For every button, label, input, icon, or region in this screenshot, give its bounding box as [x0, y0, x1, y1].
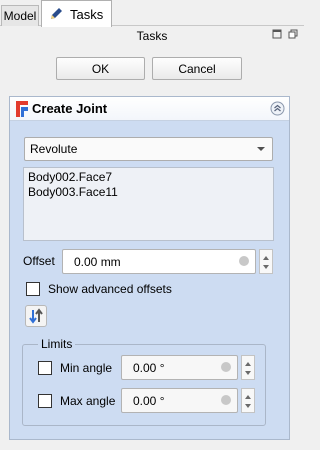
chevron-down-icon: [257, 147, 265, 151]
step-down-icon[interactable]: [263, 265, 269, 269]
reverse-direction-icon: [29, 308, 43, 324]
min-angle-checkbox[interactable]: [38, 361, 52, 375]
restore-icon[interactable]: [288, 29, 298, 39]
clear-icon[interactable]: [221, 395, 231, 405]
selected-elements-list[interactable]: Body002.Face7 Body003.Face11: [23, 167, 274, 241]
min-angle-value: 0.00 °: [133, 361, 165, 375]
joint-type-value: Revolute: [30, 142, 78, 156]
offset-stepper[interactable]: [259, 249, 273, 274]
offset-field[interactable]: 0.00 mm: [62, 249, 256, 274]
ok-button[interactable]: OK: [56, 57, 145, 80]
window-controls: [272, 29, 298, 39]
max-angle-value: 0.00 °: [133, 394, 165, 408]
step-up-icon[interactable]: [245, 395, 251, 399]
tab-model[interactable]: Model: [1, 5, 39, 26]
max-angle-stepper[interactable]: [241, 388, 255, 413]
step-down-icon[interactable]: [245, 404, 251, 408]
max-angle-label: Max angle: [60, 394, 116, 408]
tab-tasks[interactable]: Tasks: [41, 0, 112, 27]
max-angle-checkbox[interactable]: [38, 394, 52, 408]
collapse-up-icon[interactable]: [270, 101, 285, 116]
task-panel-title: Tasks: [136, 29, 168, 43]
clear-icon[interactable]: [221, 362, 231, 372]
pencil-icon: [51, 8, 62, 19]
tab-tasks-label: Tasks: [70, 6, 104, 22]
min-angle-field[interactable]: 0.00 °: [121, 355, 238, 380]
step-up-icon[interactable]: [263, 256, 269, 260]
assembly-joint-icon: [16, 101, 28, 117]
tab-model-label: Model: [3, 9, 37, 23]
max-angle-field[interactable]: 0.00 °: [121, 388, 238, 413]
float-icon[interactable]: [272, 29, 282, 39]
min-angle-label: Min angle: [60, 361, 113, 375]
ok-button-label: OK: [91, 61, 110, 76]
joint-type-select[interactable]: Revolute: [24, 137, 273, 161]
reverse-button[interactable]: [25, 305, 47, 327]
step-up-icon[interactable]: [245, 362, 251, 366]
create-joint-title: Create Joint: [32, 101, 108, 116]
offset-value: 0.00 mm: [74, 255, 121, 269]
min-angle-stepper[interactable]: [241, 355, 255, 380]
list-item[interactable]: Body003.Face11: [28, 185, 269, 200]
advanced-offsets-checkbox[interactable]: [26, 282, 40, 296]
list-item[interactable]: Body002.Face7: [28, 170, 269, 185]
advanced-offsets-label: Show advanced offsets: [48, 282, 172, 296]
clear-icon[interactable]: [239, 256, 249, 266]
offset-label: Offset: [23, 254, 55, 268]
limits-title: Limits: [38, 337, 76, 351]
step-down-icon[interactable]: [245, 371, 251, 375]
cancel-button-label: Cancel: [178, 61, 216, 76]
cancel-button[interactable]: Cancel: [152, 57, 242, 80]
